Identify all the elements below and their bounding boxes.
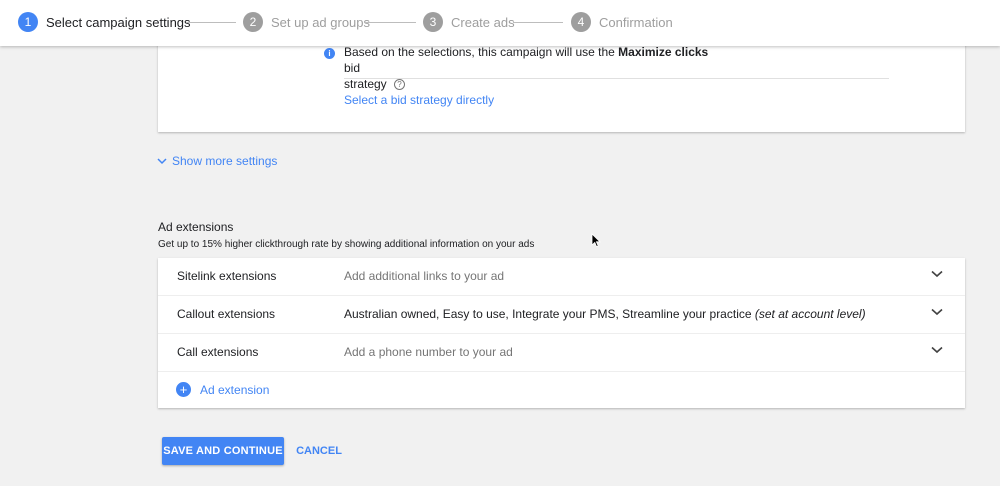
extension-value: Add a phone number to your ad [344,345,513,359]
step-label: Create ads [451,14,515,30]
mouse-cursor-icon [591,233,601,248]
ad-extensions-card: Sitelink extensions Add additional links… [158,258,965,408]
step-label: Set up ad groups [271,14,371,30]
step-number-4: 4 [571,12,591,32]
show-more-label: Show more settings [172,154,278,168]
cancel-button[interactable]: CANCEL [292,437,346,465]
info-icon: i [324,48,335,59]
step-connector [366,22,416,23]
extension-name: Callout extensions [177,307,276,321]
step-create-ads[interactable]: 3 Create ads [423,12,515,32]
bid-info-prefix: Based on the selections, this campaign w… [344,45,615,59]
extension-value: Add additional links to your ad [344,269,505,283]
help-icon[interactable]: ? [394,79,406,91]
chevron-down-icon[interactable] [931,270,943,278]
callout-values: Australian owned, Easy to use, Integrate… [344,307,752,321]
call-extensions-row[interactable]: Call extensions Add a phone number to yo… [158,334,965,372]
step-label: Select campaign settings [46,14,191,30]
select-bid-strategy-link[interactable]: Select a bid strategy directly [344,93,494,107]
extension-name: Sitelink extensions [177,269,277,283]
step-number-1: 1 [18,12,38,32]
save-and-continue-button[interactable]: SAVE AND CONTINUE [162,437,284,465]
chevron-down-icon[interactable] [931,346,943,354]
step-connector [186,22,236,23]
step-set-up-ad-groups[interactable]: 2 Set up ad groups [243,12,370,32]
chevron-down-icon [157,157,167,164]
callout-extensions-row[interactable]: Callout extensions Australian owned, Eas… [158,296,965,334]
progress-stepper: 1 Select campaign settings 2 Set up ad g… [0,0,1000,46]
add-ad-extension-label: Ad extension [200,382,270,397]
divider [344,78,889,79]
step-confirmation[interactable]: 4 Confirmation [571,12,673,32]
bid-strategy-name: Maximize clicks [618,45,709,59]
extension-name: Call extensions [177,345,259,359]
step-connector [513,22,563,23]
ad-extensions-subtitle: Get up to 15% higher clickthrough rate b… [158,239,535,250]
bid-info-line2: strategy [344,77,387,91]
add-ad-extension-button[interactable]: + Ad extension [176,382,269,397]
extension-value: Australian owned, Easy to use, Integrate… [344,307,866,321]
chevron-down-icon[interactable] [931,308,943,316]
bid-info-suffix: bid [344,61,361,75]
step-number-3: 3 [423,12,443,32]
sitelink-extensions-row[interactable]: Sitelink extensions Add additional links… [158,258,965,296]
step-label: Confirmation [599,14,673,30]
step-select-campaign-settings[interactable]: 1 Select campaign settings [18,12,191,32]
add-circle-icon: + [176,382,191,397]
bid-strategy-info: i Based on the selections, this campaign… [324,44,724,92]
show-more-settings-toggle[interactable]: Show more settings [157,154,277,168]
step-number-2: 2 [243,12,263,32]
account-level-note: (set at account level) [754,307,866,321]
ad-extensions-title: Ad extensions [158,220,234,234]
bid-strategy-card: i Based on the selections, this campaign… [158,40,965,132]
